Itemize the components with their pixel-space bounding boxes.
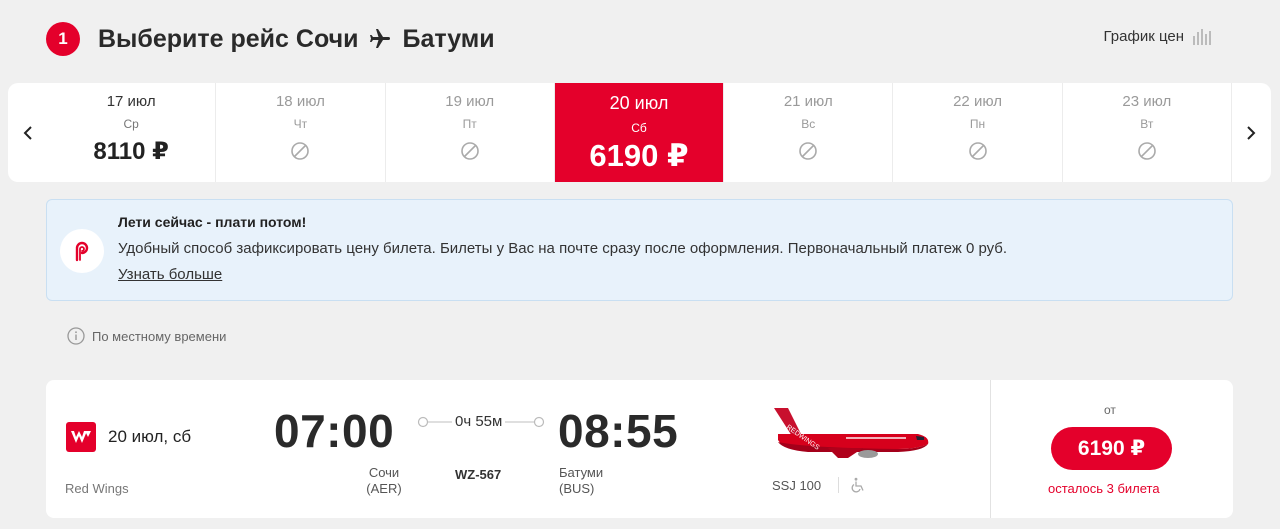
destination-city: Батуми (402, 24, 495, 53)
day-price: 6190 ₽ (589, 138, 689, 173)
local-time-note: По местному времени (67, 327, 226, 345)
date-option-jul-22[interactable]: 22 июл Пн (893, 83, 1063, 182)
price-graph-label: График цен (1103, 28, 1184, 45)
aircraft-image: REDWINGS (774, 408, 929, 458)
title-prefix: Выберите рейс (98, 24, 289, 53)
date-option-jul-17[interactable]: 17 июл Ср 8110 ₽ (47, 83, 217, 182)
day-weekday: Пт (462, 117, 477, 131)
day-weekday: Ср (123, 117, 139, 131)
day-date: 19 июл (445, 93, 495, 110)
not-available-icon (799, 142, 818, 160)
day-weekday: Вт (1140, 117, 1154, 131)
day-date: 18 июл (275, 93, 325, 110)
date-option-jul-20[interactable]: 20 июл Сб 6190 ₽ (554, 83, 725, 182)
prev-dates-button[interactable] (8, 83, 47, 182)
flight-card[interactable]: 20 июл, сб Red Wings 07:00 0ч 55м 08:55 … (46, 380, 1233, 518)
date-option-jul-23[interactable]: 23 июл Вт (1063, 83, 1232, 182)
not-available-icon (460, 142, 479, 160)
chevron-right-icon (1247, 125, 1256, 140)
not-available-icon (1138, 142, 1156, 160)
origin-city: Сочи (295, 24, 359, 53)
day-weekday: Чт (293, 117, 308, 131)
next-dates-button[interactable] (1232, 83, 1271, 182)
day-weekday: Сб (631, 121, 647, 135)
date-option-jul-21[interactable]: 21 июл Вс (724, 83, 894, 182)
step-number-badge: 1 (46, 22, 80, 56)
flight-date: 20 июл, сб (108, 427, 192, 446)
select-flight-price-button[interactable]: 6190 ₽ (1051, 427, 1172, 470)
not-available-icon (968, 142, 987, 160)
step-header: 1 Выберите рейс Сочи Батуми (46, 22, 495, 56)
departure-time: 07:00 (274, 405, 395, 457)
local-time-text: По местному времени (92, 328, 227, 344)
flight-number: WZ-567 (455, 467, 502, 482)
day-date: 17 июл (106, 93, 156, 110)
chevron-left-icon (23, 125, 32, 140)
departure-code: (AER) (366, 481, 402, 496)
price-from-label: от (1104, 403, 1116, 417)
not-available-icon (291, 142, 310, 160)
day-date: 22 июл (953, 93, 1002, 110)
airline-name: Red Wings (65, 481, 129, 496)
arrival-city: Батуми (559, 465, 604, 480)
day-date: 20 июл (609, 93, 669, 113)
departure-airport: Сочи (AER) (364, 465, 404, 497)
day-date: 23 июл (1122, 93, 1172, 110)
learn-more-link[interactable]: Узнать больше (118, 266, 222, 283)
day-weekday: Вс (801, 117, 816, 131)
day-date: 21 июл (783, 93, 833, 110)
bar-chart-icon (1193, 28, 1211, 45)
card-divider (990, 380, 991, 518)
podeli-logo (60, 229, 104, 273)
promo-text: Удобный способ зафиксировать цену билета… (118, 240, 1008, 257)
info-icon (67, 327, 85, 345)
day-weekday: Пн (969, 117, 986, 131)
date-selector: 17 июл Ср 8110 ₽ 18 июл Чт 19 июл Пт 20 … (8, 83, 1271, 182)
departure-city: Сочи (368, 465, 400, 480)
flight-duration: 0ч 55м (452, 413, 506, 430)
promo-title: Лети сейчас - плати потом! (118, 214, 307, 230)
wheelchair-icon (851, 477, 864, 493)
page-title: Выберите рейс Сочи Батуми (98, 25, 495, 54)
pay-later-banner: Лети сейчас - плати потом! Удобный спосо… (46, 199, 1233, 301)
arrival-time: 08:55 (558, 405, 679, 457)
airplane-icon (368, 27, 392, 51)
divider (838, 477, 839, 493)
aircraft-type: SSJ 100 (772, 478, 822, 493)
day-price: 8110 ₽ (93, 138, 169, 165)
seats-left-notice: осталось 3 билета (1048, 481, 1160, 496)
date-option-jul-18[interactable]: 18 июл Чт (216, 83, 386, 182)
arrival-airport: Батуми (BUS) (559, 465, 603, 497)
date-option-jul-19[interactable]: 19 июл Пт (386, 83, 555, 182)
arrival-code: (BUS) (559, 481, 595, 496)
red-wings-logo (66, 422, 96, 452)
price-graph-link[interactable]: График цен (1104, 28, 1214, 45)
